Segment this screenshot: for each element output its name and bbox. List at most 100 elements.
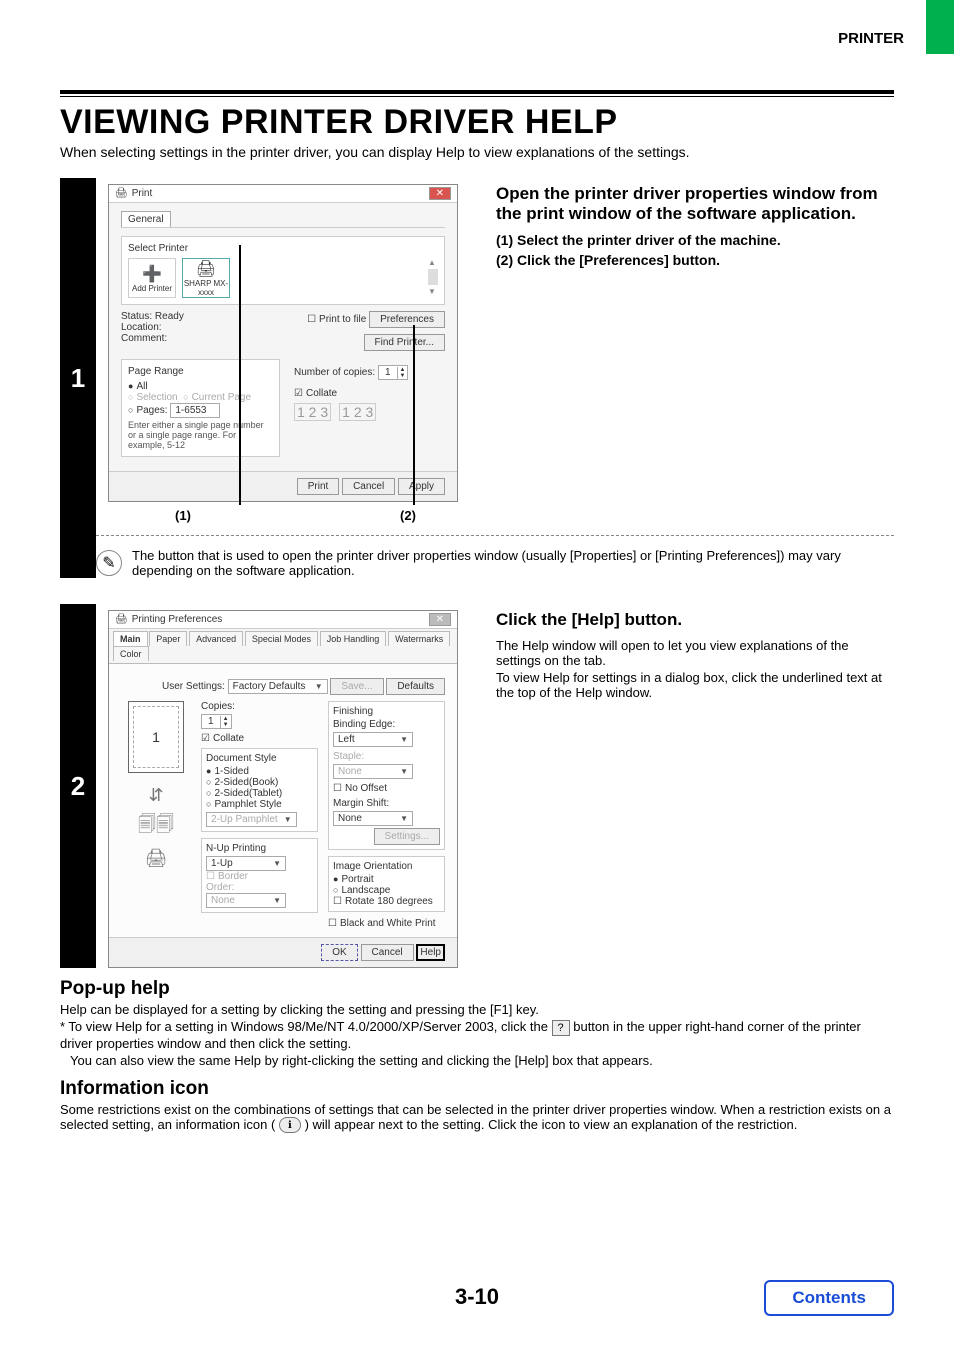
- staple-none: None: [338, 766, 362, 777]
- popup-heading: Pop-up help: [60, 978, 894, 1000]
- pamphlet: Pamphlet Style: [214, 799, 281, 810]
- current-page-label: Current Page: [192, 392, 251, 403]
- landscape: Landscape: [341, 885, 390, 896]
- copies-label-2: Copies:: [201, 701, 318, 712]
- collate-check[interactable]: [294, 388, 306, 399]
- binding-select[interactable]: Left: [333, 732, 413, 747]
- step1-title: Open the printer driver properties windo…: [496, 184, 894, 224]
- offset-check[interactable]: [333, 783, 345, 794]
- border-check: [206, 871, 218, 882]
- find-printer-button[interactable]: Find Printer...: [364, 334, 445, 351]
- margin-shift-label: Margin Shift:: [333, 798, 440, 809]
- close-icon[interactable]: ✕: [429, 187, 451, 200]
- close-icon-2[interactable]: ✕: [429, 613, 451, 626]
- pamphlet-select: 2-Up Pamphlet: [206, 812, 297, 827]
- preferences-dialog: 🖨 Printing Preferences ✕ Main Paper Adva…: [108, 610, 458, 968]
- two-sided-tablet: 2-Sided(Tablet): [214, 788, 282, 799]
- step2-para2: To view Help for settings in a dialog bo…: [496, 670, 894, 700]
- pref-dialog-title: Printing Preferences: [132, 614, 223, 625]
- dashed-divider: [96, 535, 894, 536]
- defaults-button[interactable]: Defaults: [386, 678, 445, 695]
- page-range-label: Page Range: [128, 366, 273, 377]
- location-label: Location:: [121, 322, 299, 333]
- step1-note: The button that is used to open the prin…: [132, 548, 894, 578]
- pages-icon: 🗐🗐: [138, 812, 174, 842]
- q-glyph: ?: [558, 1022, 564, 1034]
- margin-none: None: [338, 813, 362, 824]
- preferences-button[interactable]: Preferences: [369, 311, 445, 328]
- scroll-up-icon[interactable]: ▲: [428, 258, 438, 267]
- help-button[interactable]: Help: [416, 944, 445, 961]
- step-2: 2 🖨 Printing Preferences ✕ Main Paper Ad…: [60, 604, 894, 968]
- print-button[interactable]: Print: [297, 478, 340, 495]
- copies-spinner-2[interactable]: 1▲▼: [201, 714, 232, 729]
- printer-icon-2: 🖨: [115, 614, 128, 625]
- orientation-label: Image Orientation: [333, 861, 440, 872]
- copies-value: 1: [379, 366, 397, 379]
- machine-icon: 🖨: [145, 848, 168, 869]
- callout-line-2: [413, 325, 415, 505]
- no-offset: No Offset: [345, 783, 387, 794]
- copies-spinner[interactable]: 1▲▼: [378, 365, 409, 380]
- info-glyph: ℹ: [288, 1120, 292, 1131]
- info-line: Some restrictions exist on the combinati…: [60, 1102, 894, 1134]
- one-up: 1-Up: [211, 858, 233, 869]
- cancel-button-2[interactable]: Cancel: [361, 944, 414, 961]
- one-sided: 1-Sided: [214, 766, 248, 777]
- tab-main[interactable]: Main: [113, 631, 148, 646]
- page-size-icon: ⇵: [148, 785, 163, 806]
- collate-check-2[interactable]: [201, 733, 213, 744]
- tab-job[interactable]: Job Handling: [320, 631, 387, 646]
- popup-line2a: * To view Help for a setting in Windows …: [60, 1019, 552, 1034]
- ok-button[interactable]: OK: [321, 944, 357, 961]
- tab-paper[interactable]: Paper: [149, 631, 187, 646]
- save-button[interactable]: Save...: [330, 678, 383, 695]
- copies-label: Number of copies:: [294, 367, 375, 378]
- add-printer-icon[interactable]: ➕ Add Printer: [128, 258, 176, 298]
- collate-icon-1: 1 2 3: [294, 403, 331, 421]
- info-heading: Information icon: [60, 1078, 894, 1100]
- printer-icon: 🖨: [115, 188, 128, 199]
- collate-icon-2: 1 2 3: [339, 403, 376, 421]
- step2-title: Click the [Help] button.: [496, 610, 894, 630]
- selection-label: Selection: [136, 392, 177, 403]
- step1-sub1: (1) Select the printer driver of the mac…: [496, 232, 894, 248]
- margin-select[interactable]: None: [333, 811, 413, 826]
- two-sided-book: 2-Sided(Book): [214, 777, 278, 788]
- callout-2: (2): [368, 508, 448, 523]
- page-preview-num: 1: [152, 729, 160, 745]
- comment-label: Comment:: [121, 333, 299, 344]
- tab-color[interactable]: Color: [113, 646, 149, 661]
- order-select: None: [206, 893, 286, 908]
- popup-line3: You can also view the same Help by right…: [60, 1053, 894, 1068]
- rotate-label: Rotate 180 degrees: [345, 896, 433, 907]
- portrait: Portrait: [341, 874, 373, 885]
- tab-watermarks[interactable]: Watermarks: [388, 631, 450, 646]
- page-subtitle: When selecting settings in the printer d…: [60, 144, 894, 160]
- tab-special[interactable]: Special Modes: [245, 631, 318, 646]
- scrollbar[interactable]: [428, 269, 438, 285]
- print-to-file-check[interactable]: [307, 314, 319, 325]
- scroll-down-icon[interactable]: ▼: [428, 287, 438, 296]
- factory-defaults: Factory Defaults: [233, 681, 306, 692]
- tab-advanced[interactable]: Advanced: [189, 631, 243, 646]
- step2-num: 2: [60, 604, 96, 968]
- printer-name: SHARP MX-xxxx: [183, 279, 229, 297]
- nup-select[interactable]: 1-Up: [206, 856, 286, 871]
- tab-general[interactable]: General: [121, 211, 171, 227]
- step2-para1: The Help window will open to let you vie…: [496, 638, 894, 668]
- contents-button[interactable]: Contents: [764, 1280, 894, 1316]
- cancel-button[interactable]: Cancel: [342, 478, 395, 495]
- order-none: None: [211, 895, 235, 906]
- rule-heavy: [60, 90, 894, 94]
- printer-sharp[interactable]: 🖨 SHARP MX-xxxx: [182, 258, 230, 298]
- pencil-icon: ✎: [96, 550, 122, 576]
- page-preview: 1: [128, 701, 184, 773]
- rotate-check[interactable]: [333, 896, 345, 907]
- user-settings-select[interactable]: Factory Defaults: [228, 679, 328, 694]
- apply-button[interactable]: Apply: [398, 478, 445, 495]
- pages-label: Pages:: [136, 405, 167, 416]
- bw-label: Black and White Print: [340, 918, 436, 929]
- bw-check[interactable]: [328, 918, 340, 929]
- pages-input[interactable]: 1-6553: [170, 403, 220, 418]
